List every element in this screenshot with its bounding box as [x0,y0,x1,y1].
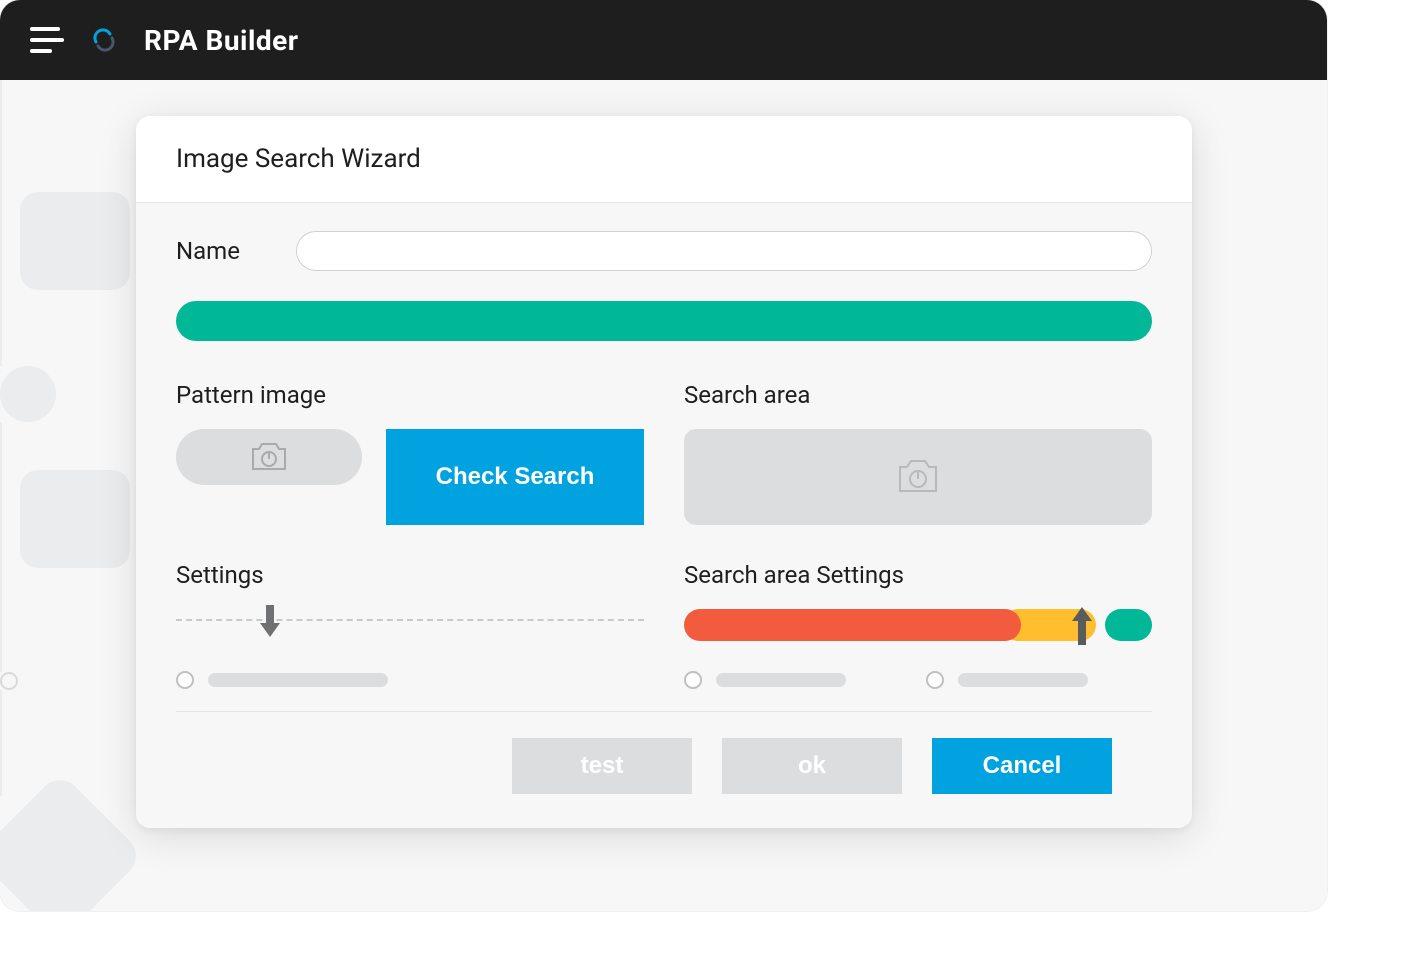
search-area-option-2[interactable] [926,671,1088,689]
pattern-image-label: Pattern image [176,381,644,409]
bg-node [20,192,130,290]
image-search-wizard-dialog: Image Search Wizard Name Pattern image [136,116,1192,828]
name-label: Name [176,237,240,265]
title-bar: RPA Builder [0,0,1327,80]
dialog-header: Image Search Wizard [136,116,1192,203]
camera-icon [247,439,291,475]
radio-icon [926,671,944,689]
settings-slider[interactable] [176,609,644,645]
radio-icon [176,671,194,689]
bg-connector [0,690,2,796]
progress-bar [176,301,1152,341]
menu-icon[interactable] [30,27,64,53]
check-search-button[interactable]: Check Search [386,429,644,525]
search-area-slider[interactable] [684,609,1152,645]
bg-node [0,366,56,422]
search-area-label: Search area [684,381,1152,409]
slider-handle[interactable] [1072,607,1092,639]
option-label-placeholder [208,673,388,687]
name-row: Name [176,231,1152,271]
dialog-body: Name Pattern image [136,203,1192,828]
dialog-footer: test ok Cancel [176,712,1152,828]
bg-node [0,672,18,690]
option-label-placeholder [958,673,1088,687]
app-logo-icon [90,26,118,54]
search-area-settings-label: Search area Settings [684,561,1152,589]
settings-option[interactable] [176,671,644,689]
settings-label: Settings [176,561,644,589]
settings-section: Settings [176,561,644,689]
bg-node [20,470,130,568]
search-area-option-1[interactable] [684,671,846,689]
radio-icon [684,671,702,689]
pattern-image-section: Pattern image Check Search [176,381,644,525]
capture-search-area-button[interactable] [684,429,1152,525]
bg-connector [0,260,2,366]
bg-decision-node [0,771,145,911]
cancel-button[interactable]: Cancel [932,738,1112,794]
search-area-settings-section: Search area Settings [684,561,1152,689]
bg-connector [0,422,2,672]
dialog-title: Image Search Wizard [176,144,1152,174]
app-window: RPA Builder Image Search Wizard Name Pat… [0,0,1327,911]
camera-icon [892,455,944,499]
ok-button[interactable]: ok [722,738,902,794]
name-input[interactable] [296,231,1152,271]
bg-connector [0,80,2,260]
search-area-section: Search area [684,381,1152,525]
capture-pattern-button[interactable] [176,429,362,485]
slider-handle[interactable] [260,605,280,637]
option-label-placeholder [716,673,846,687]
app-title: RPA Builder [144,24,299,57]
test-button[interactable]: test [512,738,692,794]
